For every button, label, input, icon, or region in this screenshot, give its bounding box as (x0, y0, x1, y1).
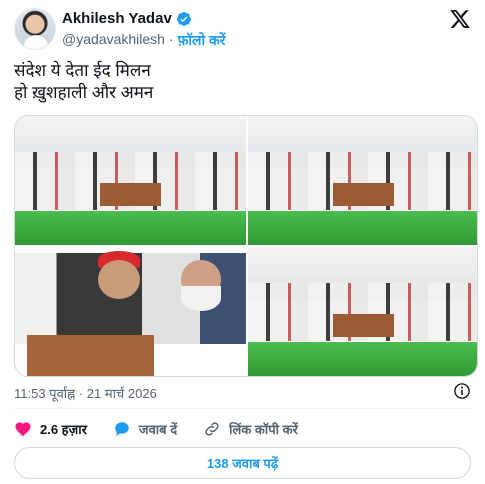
action-bar: 2.6 हज़ार जवाब दें लिंक कॉपी करें (14, 420, 298, 438)
author-name[interactable]: Akhilesh Yadav (62, 10, 172, 27)
media-grid (14, 115, 478, 377)
reply-label: जवाब दें (138, 422, 178, 437)
photo-2[interactable] (248, 116, 477, 245)
tweet-card: Akhilesh Yadav @yadavakhilesh · फ़ॉलो कर… (0, 0, 485, 484)
follow-button[interactable]: फ़ॉलो करें (178, 31, 226, 50)
handle-row: @yadavakhilesh · फ़ॉलो करें (62, 31, 226, 50)
divider (14, 408, 471, 409)
reply-button[interactable]: जवाब दें (113, 420, 177, 438)
tweet-timestamp[interactable]: 11:53 पूर्वाह्न · 21 मार्च 2026 (14, 384, 157, 402)
copy-link-button[interactable]: लिंक कॉपी करें (203, 420, 298, 438)
info-icon[interactable] (453, 382, 471, 400)
photo-1[interactable] (15, 116, 246, 245)
heart-icon (15, 422, 31, 437)
like-count: 2.6 हज़ार (40, 422, 87, 437)
x-logo-icon[interactable] (449, 8, 471, 30)
verified-badge-icon (176, 11, 191, 26)
separator-dot: · (168, 31, 174, 47)
like-button[interactable]: 2.6 हज़ार (14, 420, 87, 438)
author-row: Akhilesh Yadav (62, 10, 192, 27)
reply-bubble-icon (115, 422, 129, 436)
photo-4[interactable] (248, 247, 477, 376)
tweet-line-2: हो ख़ुशहाली और अमन (14, 83, 154, 102)
photo-3[interactable] (15, 247, 246, 376)
tweet-text: संदेश ये देता ईद मिलन हो ख़ुशहाली और अमन (14, 60, 454, 104)
link-icon (205, 422, 219, 436)
tweet-header: Akhilesh Yadav @yadavakhilesh · फ़ॉलो कर… (14, 8, 471, 52)
read-replies-button[interactable]: 138 जवाब पढ़ें (14, 447, 471, 479)
copy-link-label: लिंक कॉपी करें (229, 422, 298, 437)
avatar[interactable] (14, 8, 56, 50)
author-handle[interactable]: @yadavakhilesh (62, 31, 165, 50)
tweet-line-1: संदेश ये देता ईद मिलन (14, 61, 151, 80)
